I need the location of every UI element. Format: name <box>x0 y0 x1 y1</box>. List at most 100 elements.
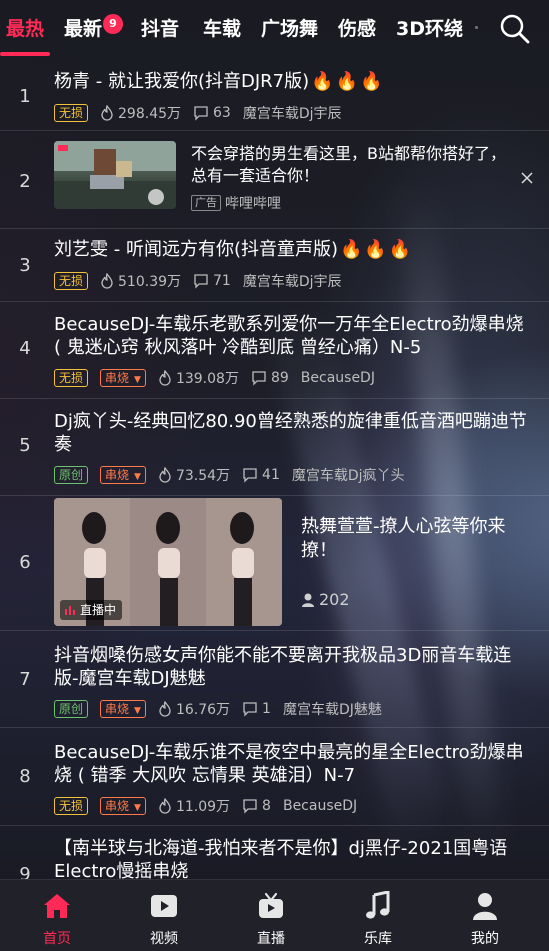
rank-number: 2 <box>19 171 31 192</box>
uploader-name: 魔宫车载Dj宇辰 <box>242 274 342 290</box>
ad-text[interactable]: 不会穿搭的男生看这里，B站都帮你搭好了，总有一套适合你！ <box>191 143 511 187</box>
song-meta: 无损 串烧 ▼ 11.09万 8 BecauseDJ <box>54 795 357 817</box>
original-tag: 原创 <box>54 466 89 484</box>
search-button[interactable] <box>498 12 532 46</box>
song-row[interactable]: 5 Dj疯丫头-经典回忆80.90曾经熟悉的旋律重低音酒吧蹦迪节奏 原创 串烧 ▼… <box>0 399 549 496</box>
song-meta: 原创 串烧 ▼ 16.76万 1 魔宫车载DJ魅魅 <box>54 698 382 720</box>
comment-icon <box>243 702 257 717</box>
fire-icon: 🔥 <box>335 71 358 92</box>
uploader-name: BecauseDJ <box>300 370 375 386</box>
flame-icon <box>101 273 113 289</box>
song-title: 杨青 - 就让我爱你(抖音DJR7版) 🔥 🔥 🔥 <box>54 71 383 92</box>
uploader-name: 魔宫车载DJ魅魅 <box>282 702 382 718</box>
comment-icon <box>243 468 257 483</box>
medley-tag[interactable]: 串烧 ▼ <box>100 369 146 387</box>
rank-number: 4 <box>19 338 31 359</box>
song-row[interactable]: 4 BecauseDJ-车载乐老歌系列爱你一万年全Electro劲爆串烧 ( 鬼… <box>0 302 549 399</box>
rank-number: 7 <box>19 669 31 690</box>
top-tab-bar: 最热 最新 9 抖音 车载 广场舞 伤感 3D环绕 <box>0 0 549 58</box>
original-tag: 原创 <box>54 700 89 718</box>
tab-square-dance[interactable]: 广场舞 <box>261 14 318 41</box>
lossless-tag: 无损 <box>54 797 89 815</box>
song-meta: 无损 298.45万 63 魔宫车载Dj宇辰 <box>54 102 342 124</box>
comment-count: 1 <box>242 701 271 717</box>
comment-icon <box>252 371 266 386</box>
song-title: BecauseDJ-车载乐谁不是夜空中最亮的星全Electro劲爆串烧 ( 错季… <box>54 742 524 786</box>
comment-count: 89 <box>251 370 289 386</box>
uploader-name: 魔宫车载Dj疯丫头 <box>291 468 405 484</box>
song-row[interactable]: 8 BecauseDJ-车载乐谁不是夜空中最亮的星全Electro劲爆串烧 ( … <box>0 728 549 826</box>
live-status-badge: 直播中 <box>60 600 123 620</box>
uploader-name: 魔宫车载Dj宇辰 <box>242 106 342 122</box>
song-row[interactable]: 7 抖音烟嗓伤感女声你能不能不要离开我极品3D丽音车载连版-魔宫车载DJ魅魅 原… <box>0 631 549 728</box>
flame-icon <box>101 105 113 121</box>
song-row[interactable]: 3 刘艺雯 - 听闻远方有你(抖音童声版) 🔥 🔥 🔥 无损 510.39万 71 魔… <box>0 229 549 302</box>
uploader-name: BecauseDJ <box>282 798 358 814</box>
tab-sad[interactable]: 伤感 <box>338 14 376 41</box>
song-row[interactable]: 9 【南半球与北海道-我怕来者不是你】dj黑仔-2021国粤语Electro慢摇… <box>0 826 549 886</box>
caret-down-icon: ▼ <box>134 803 141 813</box>
profile-icon <box>473 893 497 920</box>
lossless-tag: 无损 <box>54 104 89 122</box>
play-count: 139.08万 <box>158 368 239 388</box>
lossless-tag: 无损 <box>54 272 89 290</box>
song-title: 【南半球与北海道-我怕来者不是你】dj黑仔-2021国粤语Electro慢摇串烧 <box>54 838 508 882</box>
rank-number: 3 <box>19 255 31 276</box>
ad-source: 哔哩哔哩 <box>225 196 281 212</box>
caret-down-icon: ▼ <box>134 472 141 482</box>
live-viewer-count: 202 <box>301 590 350 609</box>
video-icon <box>151 895 177 917</box>
tab-hottest[interactable]: 最热 <box>6 14 44 41</box>
new-count-badge: 9 <box>103 14 123 34</box>
tab-3d-surround[interactable]: 3D环绕 <box>396 14 463 41</box>
ad-label: 广告 <box>191 195 221 211</box>
fire-icon: 🔥 <box>339 239 363 260</box>
rank-number: 5 <box>19 435 31 456</box>
flame-icon <box>159 798 171 814</box>
bottom-nav-bar: 首页 视频 直播 乐库 我的 <box>0 879 549 951</box>
flame-icon <box>159 370 171 386</box>
tab-car[interactable]: 车载 <box>203 14 241 41</box>
ad-close-button[interactable] <box>519 170 535 186</box>
comment-icon <box>194 106 208 121</box>
nav-library[interactable]: 乐库 <box>348 890 408 948</box>
music-note-icon <box>366 891 390 919</box>
song-meta: 无损 串烧 ▼ 139.08万 89 BecauseDJ <box>54 367 375 389</box>
medley-tag[interactable]: 串烧 ▼ <box>100 466 146 484</box>
lossless-tag: 无损 <box>54 369 89 387</box>
search-icon <box>500 14 530 44</box>
play-count: 510.39万 <box>100 271 181 291</box>
comment-icon <box>243 799 257 814</box>
live-tv-icon <box>259 892 283 918</box>
rank-number: 6 <box>19 552 31 573</box>
live-bars-icon <box>65 606 75 615</box>
rank-number: 8 <box>19 766 31 787</box>
play-count: 73.54万 <box>158 465 230 485</box>
rank-number: 1 <box>19 86 31 107</box>
comment-count: 41 <box>242 467 280 483</box>
fire-icon: 🔥 <box>359 71 383 92</box>
caret-down-icon: ▼ <box>134 706 141 716</box>
comment-icon <box>194 274 208 289</box>
tab-newest[interactable]: 最新 <box>64 14 102 41</box>
nav-live[interactable]: 直播 <box>241 890 301 948</box>
caret-down-icon: ▼ <box>134 375 141 385</box>
nav-profile[interactable]: 我的 <box>455 890 515 948</box>
medley-tag[interactable]: 串烧 ▼ <box>100 797 146 815</box>
tab-douyin[interactable]: 抖音 <box>141 14 179 41</box>
ad-image <box>54 141 176 209</box>
ad-thumbnail[interactable] <box>54 141 176 209</box>
nav-video[interactable]: 视频 <box>134 890 194 948</box>
song-title: BecauseDJ-车载乐老歌系列爱你一万年全Electro劲爆串烧 ( 鬼迷心… <box>54 314 524 358</box>
comment-count: 71 <box>193 273 231 289</box>
medley-tag[interactable]: 串烧 ▼ <box>100 700 146 718</box>
song-row[interactable]: 1 杨青 - 就让我爱你(抖音DJR7版) 🔥 🔥 🔥 无损 298.45万 63 魔… <box>0 58 549 131</box>
nav-home[interactable]: 首页 <box>27 890 87 948</box>
active-tab-underline <box>0 52 50 56</box>
live-title[interactable]: 热舞萱萱-撩人心弦等你来撩！ <box>301 515 533 563</box>
home-icon <box>44 894 70 918</box>
tab-overflow-divider <box>475 26 478 29</box>
comment-count: 8 <box>242 798 271 814</box>
comment-count: 63 <box>193 105 231 121</box>
live-thumbnail[interactable]: 直播中 <box>54 498 282 626</box>
